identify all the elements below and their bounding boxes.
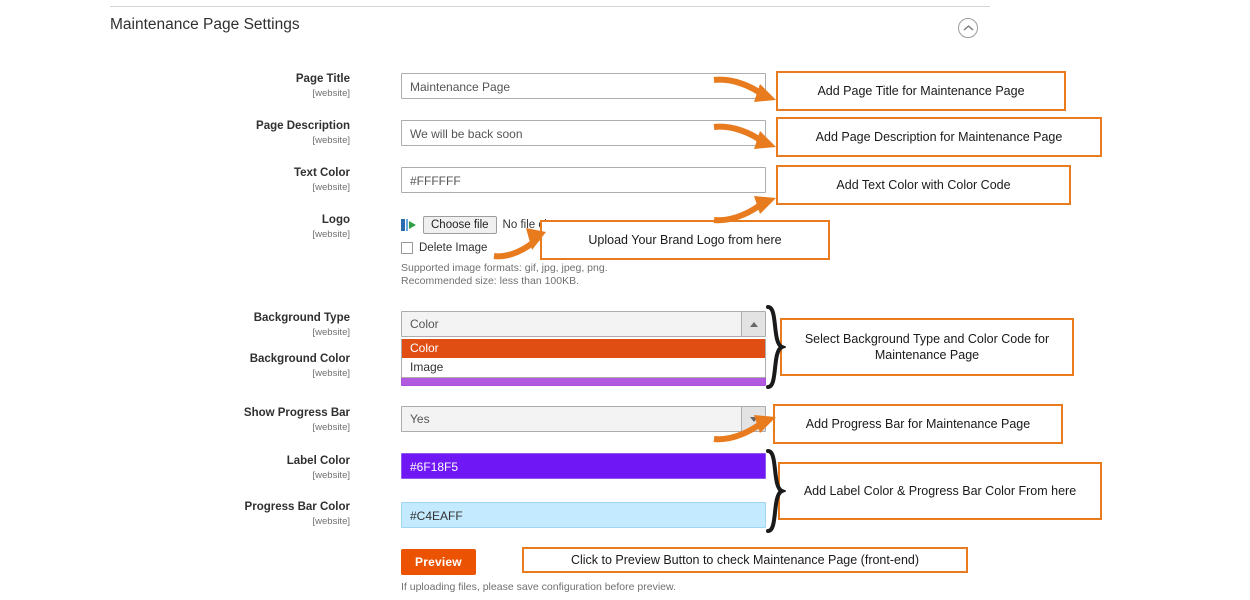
chevron-up-circle-icon[interactable]	[958, 18, 978, 38]
show-progress-bar-value: Yes	[410, 412, 430, 426]
logo-size-note: Recommended size: less than 100KB.	[401, 275, 580, 287]
brace-background-group	[764, 305, 786, 389]
section-divider	[110, 6, 990, 7]
delete-image-row[interactable]: Delete Image	[401, 242, 487, 254]
label-background-type: Background Type [website]	[253, 312, 350, 338]
label-logo: Logo [website]	[312, 214, 351, 240]
arrow-page-description	[713, 123, 776, 149]
arrow-logo	[493, 228, 546, 260]
arrow-progress-bar	[713, 415, 776, 443]
brace-color-group	[764, 449, 786, 533]
annotation-progress-bar: Add Progress Bar for Maintenance Page	[773, 404, 1063, 444]
annotation-preview: Click to Preview Button to check Mainten…	[522, 547, 968, 573]
annotation-page-title: Add Page Title for Maintenance Page	[776, 71, 1066, 111]
chevron-up-icon[interactable]	[741, 312, 765, 336]
label-page-title: Page Title [website]	[295, 73, 350, 99]
dropdown-option-color[interactable]: Color	[402, 339, 765, 358]
annotation-text-color: Add Text Color with Color Code	[776, 165, 1071, 205]
label-text-color: Text Color [website]	[293, 167, 350, 193]
label-progress-bar-color: Progress Bar Color [website]	[244, 501, 350, 527]
logo-format-note: Supported image formats: gif, jpg, jpeg,…	[401, 262, 608, 274]
label-show-progress-bar: Show Progress Bar [website]	[243, 407, 350, 433]
background-type-dropdown[interactable]: Color Image	[401, 339, 766, 378]
text-color-input[interactable]: #FFFFFF	[401, 167, 766, 193]
page-title: Maintenance Page Settings	[110, 16, 300, 33]
label-label-color: Label Color [website]	[286, 455, 350, 481]
label-color-input[interactable]: #6F18F5	[401, 453, 766, 479]
label-background-color: Background Color [website]	[249, 353, 350, 379]
progress-bar-color-input[interactable]: #C4EAFF	[401, 502, 766, 528]
preview-note: If uploading files, please save configur…	[401, 581, 676, 593]
arrow-text-color	[713, 196, 776, 224]
preview-button[interactable]: Preview	[401, 549, 476, 575]
image-file-icon	[401, 217, 417, 233]
delete-image-checkbox[interactable]	[401, 242, 413, 254]
label-page-description: Page Description [website]	[256, 120, 350, 146]
background-type-value: Color	[410, 317, 439, 331]
annotation-page-description: Add Page Description for Maintenance Pag…	[776, 117, 1102, 157]
annotation-label-progress-colors: Add Label Color & Progress Bar Color Fro…	[778, 462, 1102, 520]
annotation-background: Select Background Type and Color Code fo…	[780, 318, 1074, 376]
arrow-page-title	[713, 76, 776, 102]
background-type-select[interactable]: Color	[401, 311, 766, 337]
dropdown-option-image[interactable]: Image	[402, 358, 765, 377]
annotation-logo: Upload Your Brand Logo from here	[540, 220, 830, 260]
delete-image-label: Delete Image	[419, 242, 488, 254]
